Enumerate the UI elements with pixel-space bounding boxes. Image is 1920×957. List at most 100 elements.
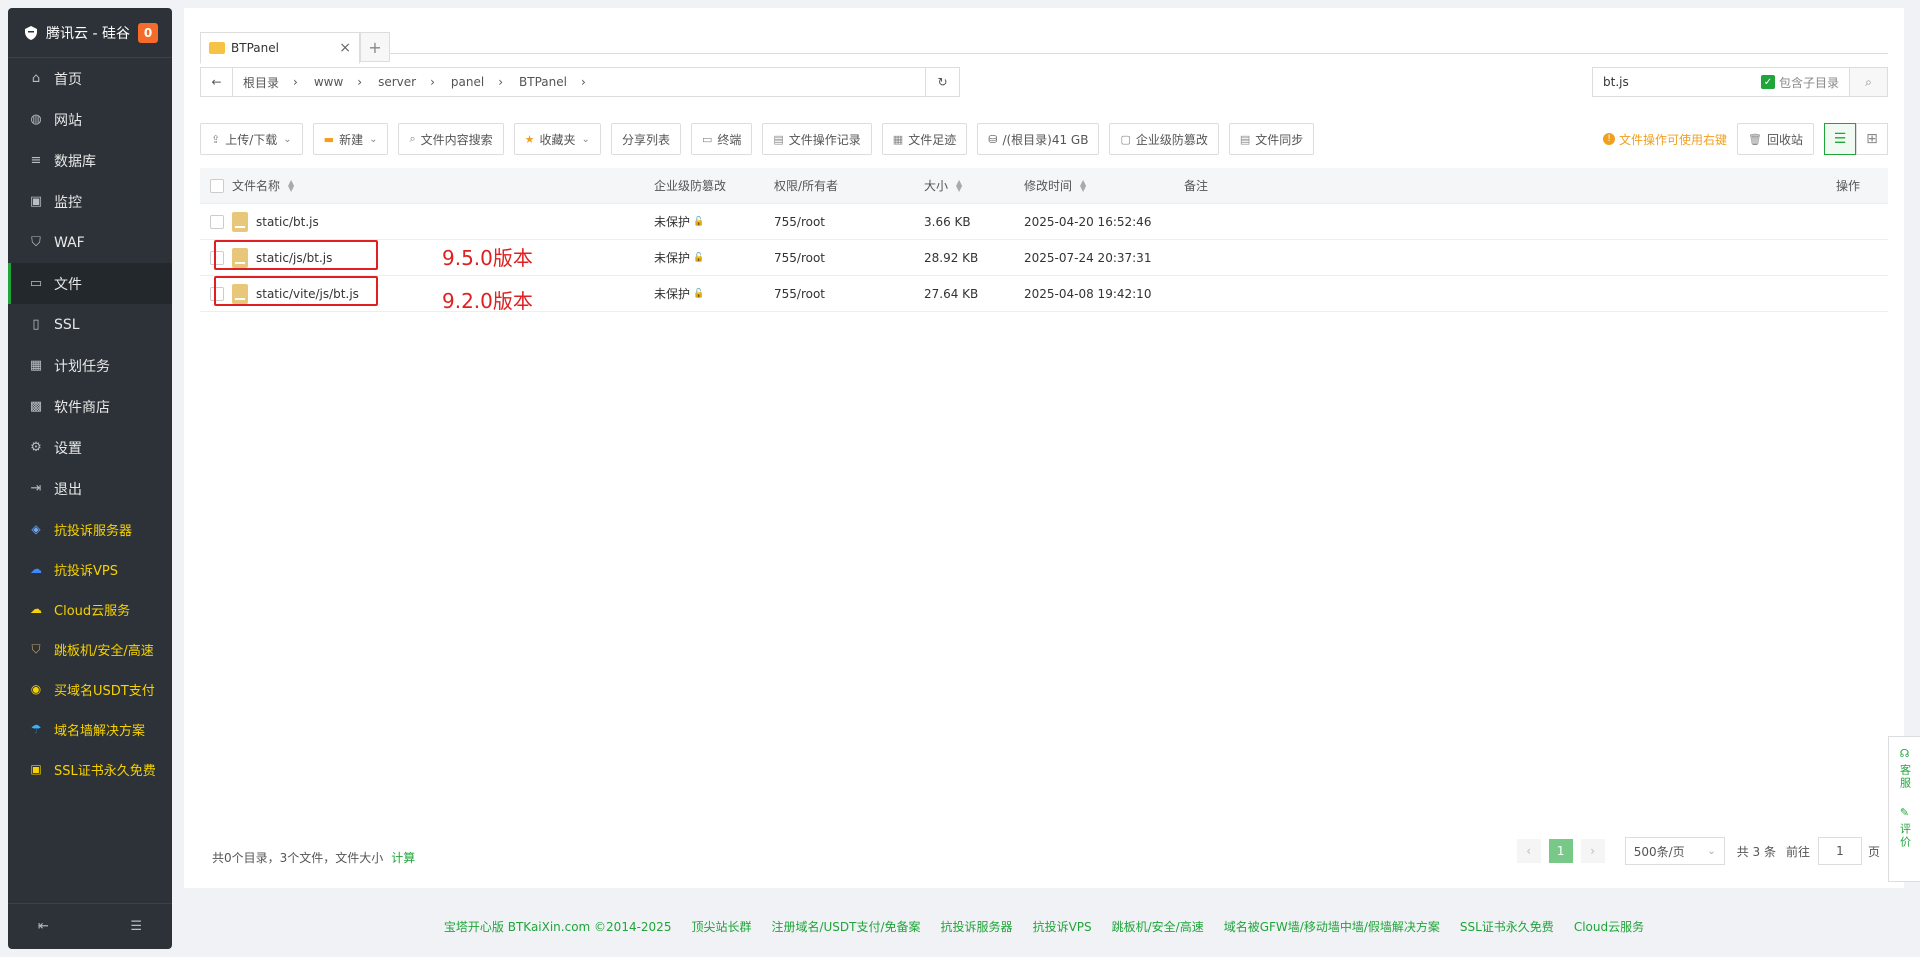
header-name[interactable]: 文件名称 (232, 177, 280, 194)
sidebar-item-10[interactable]: ⇥ 退出 (8, 468, 172, 509)
modified-time: 2025-07-24 20:37:31 (1024, 250, 1152, 265)
sync-button[interactable]: ▤ 文件同步 (1228, 123, 1315, 155)
footer-link[interactable]: 顶尖站长群 (691, 918, 751, 935)
sort-icon[interactable]: ▲ ▼ (956, 178, 962, 192)
op-log-button[interactable]: ▤ 文件操作记录 (762, 123, 872, 155)
breadcrumb-item[interactable]: panel › (441, 75, 509, 89)
sidebar-item-7[interactable]: ▦ 计划任务 (8, 345, 172, 386)
search-button[interactable]: ⌕ (1849, 68, 1887, 96)
goto-label: 前往 (1785, 844, 1810, 859)
file-name[interactable]: static/bt.js (256, 215, 319, 229)
sidebar-item-9[interactable]: ⚙ 设置 (8, 427, 172, 468)
row-checkbox[interactable] (210, 214, 224, 229)
close-icon[interactable]: × (339, 40, 351, 56)
chevron-down-icon: ⌄ (581, 133, 590, 145)
new-button[interactable]: ▬ 新建 ⌄ (312, 123, 389, 155)
footer-link[interactable]: 域名被GFW墙/移动墙中墙/假墙解决方案 (1224, 918, 1440, 935)
content-search-button[interactable]: ⌕ 文件内容搜索 (398, 123, 504, 155)
float-service-panel: ☊ 客服 ✎ 评价 (1888, 736, 1920, 882)
sync-label: 文件同步 (1255, 132, 1304, 147)
permission[interactable]: 755/root (774, 251, 825, 265)
sidebar-item-5[interactable]: ▭ 文件 (8, 263, 172, 304)
sidebar-item-0[interactable]: ⌂ 首页 (8, 58, 172, 99)
promo-item-2[interactable]: ☁ Cloud云服务 (8, 589, 172, 629)
permission[interactable]: 755/root (774, 215, 825, 229)
search-input[interactable] (1593, 75, 1761, 89)
select-all-checkbox[interactable] (210, 178, 224, 193)
terminal-button[interactable]: ▭ 终端 (690, 123, 753, 155)
refresh-button[interactable]: ↻ (925, 68, 959, 96)
footer-link[interactable]: 抗投诉服务器 (941, 918, 1013, 935)
back-button[interactable]: ← (201, 68, 233, 96)
sidebar-item-label: 计划任务 (54, 358, 110, 375)
lock-icon: 🔓 (693, 216, 705, 227)
header-mtime[interactable]: 修改时间 (1024, 177, 1072, 194)
tip-text: 文件操作可使用右键 (1619, 132, 1728, 147)
calculate-link[interactable]: 计算 (391, 851, 415, 865)
sidebar-item-6[interactable]: ▯ SSL (8, 304, 172, 345)
promo-item-3[interactable]: ⛉ 跳板机/安全/高速 (8, 629, 172, 669)
table-row[interactable]: static/bt.js 未保护 🔓 755/root 3.66 KB 2025-04-2… (200, 204, 1888, 240)
recycle-bin-button[interactable]: 🗑 回收站 (1737, 123, 1814, 155)
protect-status[interactable]: 未保护 (654, 213, 690, 230)
annotation-row3: 9.2.0版本 (442, 289, 533, 313)
breadcrumb-item[interactable]: 根目录 › (233, 74, 304, 91)
search-icon: ⌕ (409, 132, 416, 145)
next-page-icon[interactable]: › (1580, 839, 1605, 863)
share-list-button[interactable]: 分享列表 (610, 123, 681, 155)
disk-button[interactable]: ⛁ /(根目录)41 GB (977, 123, 1100, 155)
footer-link[interactable]: Cloud云服务 (1574, 918, 1644, 935)
page-size-select[interactable]: 500条/页 ⌄ (1624, 837, 1725, 865)
footprint-button[interactable]: ▦ 文件足迹 (881, 123, 968, 155)
sidebar-item-label: 设置 (54, 440, 82, 457)
notification-badge[interactable]: 0 (138, 22, 158, 43)
protect-status[interactable]: 未保护 (654, 249, 690, 266)
upload-download-button[interactable]: ⇪ 上传/下载 ⌄ (200, 123, 303, 155)
footer-link[interactable]: SSL证书永久免费 (1460, 918, 1554, 935)
nav-list: ⌂ 首页 ◍ 网站 ≡ 数据库 ▣ 监控 ⛉ WAF ▭ 文件 ▯ SSL ▦ 计划任务 ▩ 软件商店 ⚙ 设置 ⇥ 退出 (8, 58, 172, 509)
tab-btpanel[interactable]: BTPanel × (200, 32, 360, 64)
sidebar-item-label: 退出 (54, 481, 82, 498)
breadcrumb-item[interactable]: server › (368, 75, 441, 89)
permission[interactable]: 755/root (774, 287, 825, 301)
collapse-icon[interactable]: ⇤ (38, 919, 49, 934)
brand: 腾讯云 - 硅谷 0 (8, 8, 172, 58)
favorites-label: 收藏夹 (539, 132, 576, 147)
add-tab-button[interactable]: + (360, 32, 390, 62)
footer-link[interactable]: 抗投诉VPS (1033, 918, 1092, 935)
footer-link[interactable]: 跳板机/安全/高速 (1112, 918, 1204, 935)
list-view-button[interactable]: ☰ (1824, 123, 1856, 155)
tamper-button[interactable]: ▢ 企业级防篡改 (1109, 123, 1219, 155)
sidebar-item-3[interactable]: ▣ 监控 (8, 181, 172, 222)
sidebar-item-4[interactable]: ⛉ WAF (8, 222, 172, 263)
sort-icon[interactable]: ▲ ▼ (1080, 178, 1086, 192)
promo-item-1[interactable]: ☁ 抗投诉VPS (8, 549, 172, 589)
menu-list-icon[interactable]: ☰ (130, 919, 142, 934)
promo-item-4[interactable]: ◉ 买域名USDT支付 (8, 669, 172, 709)
grid-view-button[interactable]: ⊞ (1856, 123, 1888, 155)
include-subdir-checkbox[interactable]: ✓ 包含子目录 (1760, 74, 1849, 91)
sidebar-item-2[interactable]: ≡ 数据库 (8, 140, 172, 181)
promo-item-6[interactable]: ▣ SSL证书永久免费 (8, 749, 172, 789)
page-number[interactable]: 1 (1548, 839, 1573, 863)
footprint-label: 文件足迹 (908, 132, 957, 147)
sort-icon[interactable]: ▲ ▼ (288, 178, 294, 192)
upload-label: 上传/下载 (225, 132, 278, 147)
goto-input[interactable]: 1 (1817, 837, 1862, 865)
promo-item-0[interactable]: ◈ 抗投诉服务器 (8, 509, 172, 549)
promo-item-5[interactable]: ☂ 域名墙解决方案 (8, 709, 172, 749)
sidebar-item-8[interactable]: ▩ 软件商店 (8, 386, 172, 427)
review-button[interactable]: ✎ 评价 (1897, 806, 1913, 849)
protect-status[interactable]: 未保护 (654, 285, 690, 302)
breadcrumb-item[interactable]: BTPanel › (509, 75, 592, 89)
new-label: 新建 (339, 132, 364, 147)
breadcrumb-item[interactable]: www › (304, 75, 368, 89)
favorites-button[interactable]: ★ 收藏夹 ⌄ (513, 123, 601, 155)
header-size[interactable]: 大小 (924, 177, 948, 194)
prev-page-icon[interactable]: ‹ (1516, 839, 1541, 863)
sidebar-item-1[interactable]: ◍ 网站 (8, 99, 172, 140)
page-size-label: 500条/页 (1633, 844, 1685, 859)
footer-link[interactable]: 宝塔开心版 BTKaiXin.com ©2014-2025 (444, 918, 672, 935)
customer-service-button[interactable]: ☊ 客服 (1897, 747, 1913, 790)
footer-link[interactable]: 注册域名/USDT支付/免备案 (771, 918, 920, 935)
